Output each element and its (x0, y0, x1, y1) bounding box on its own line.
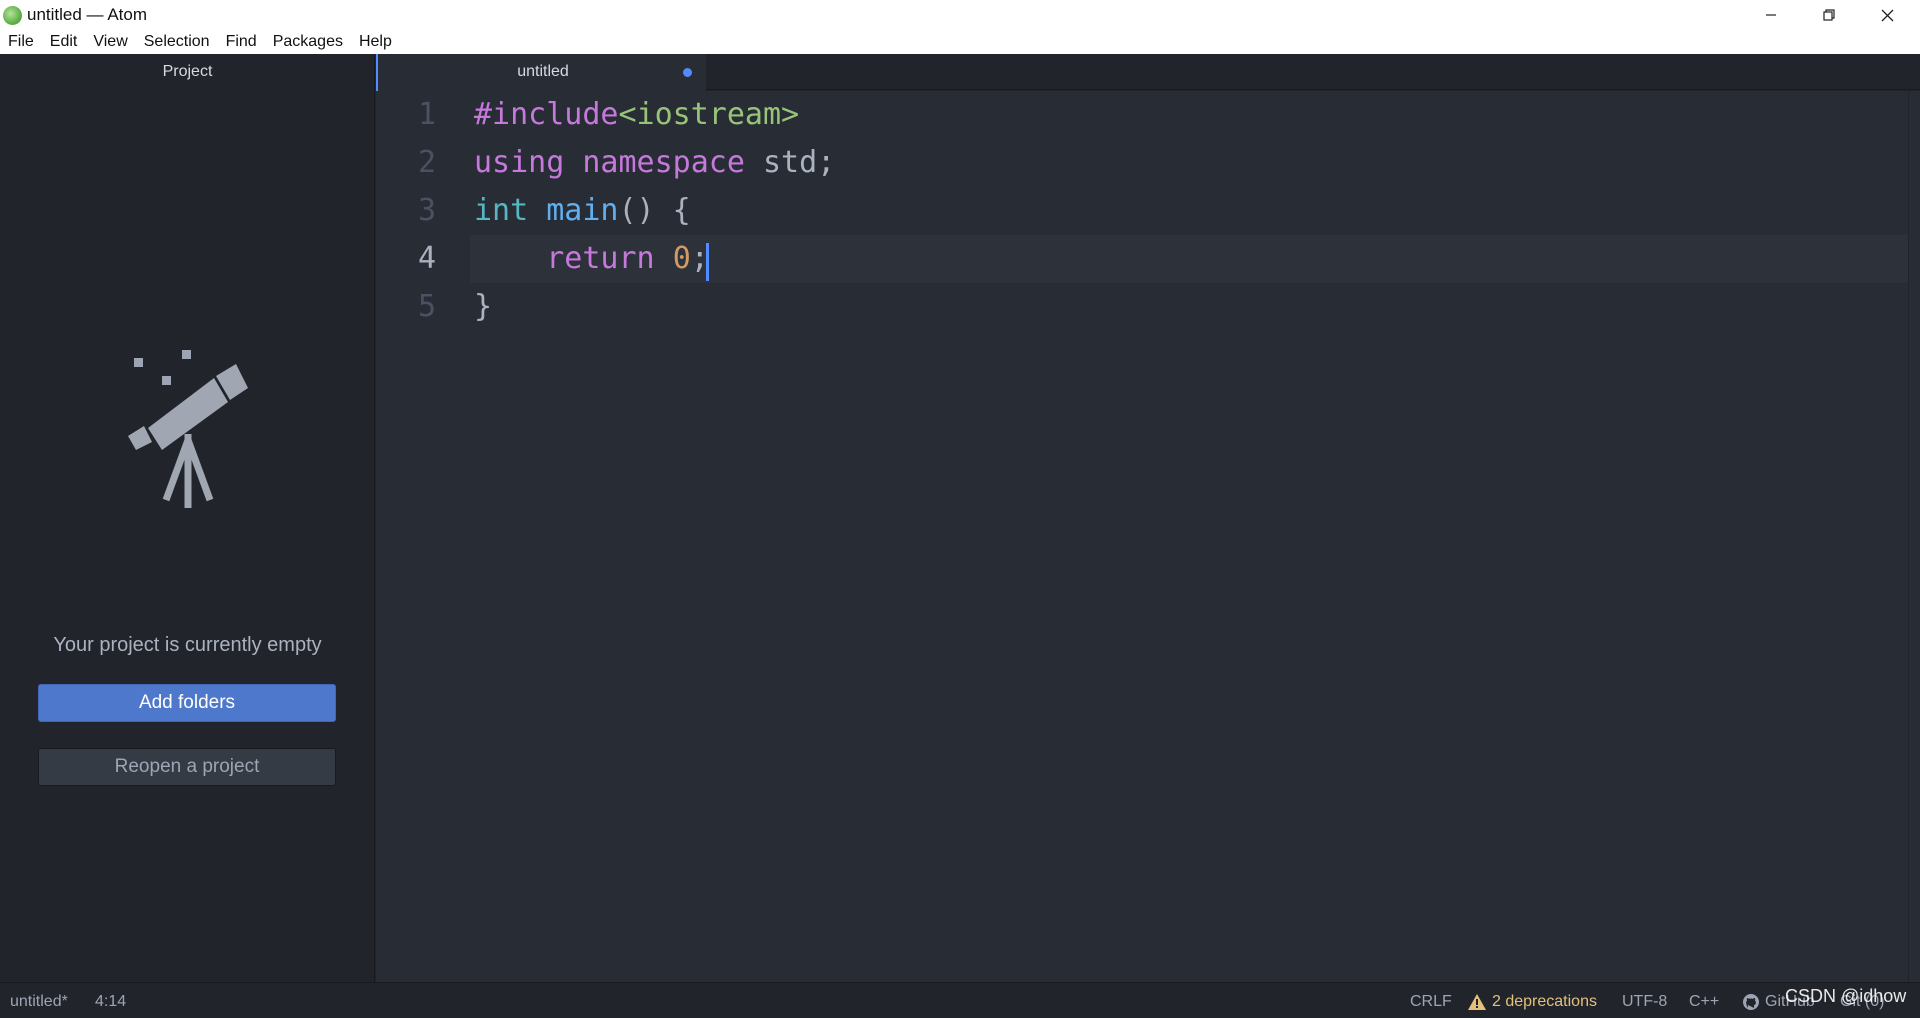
menu-packages[interactable]: Packages (269, 30, 349, 54)
status-grammar[interactable]: C++ (1689, 993, 1719, 1011)
text-cursor (706, 243, 709, 281)
restore-icon (1823, 9, 1835, 21)
project-sidebar: Project Your project is currently empty … (0, 54, 375, 982)
status-cursor-position[interactable]: 4:14 (95, 993, 126, 1011)
code-line[interactable]: #include<iostream> (474, 91, 799, 139)
code-line[interactable]: int main() { (474, 187, 691, 235)
tab-bar: untitled (376, 54, 1920, 91)
code-token: int (474, 193, 529, 228)
status-encoding[interactable]: UTF-8 (1622, 993, 1667, 1011)
watermark: CSDN @idhow (1785, 986, 1907, 1006)
line-number: 3 (417, 193, 436, 228)
code-line[interactable]: using namespace std; (474, 139, 835, 187)
editor-scrollbar[interactable] (1908, 91, 1920, 982)
menu-find[interactable]: Find (222, 30, 263, 54)
menu-edit[interactable]: Edit (46, 30, 84, 54)
code-token: using (474, 145, 565, 180)
atom-logo-icon (3, 6, 22, 25)
line-number: 1 (417, 97, 436, 132)
telescope-icon (128, 350, 248, 508)
code-token: std; (744, 145, 836, 180)
warning-icon (1468, 994, 1486, 1010)
menu-selection[interactable]: Selection (140, 30, 216, 54)
menu-view[interactable]: View (89, 30, 133, 54)
close-icon (1881, 9, 1893, 21)
line-number: 2 (417, 145, 436, 180)
status-file-name[interactable]: untitled* (10, 993, 68, 1011)
code-token: #include (474, 97, 619, 132)
minimize-button[interactable] (1742, 0, 1800, 30)
code-token: 0 (672, 241, 691, 276)
status-deprecations[interactable]: 2 deprecations (1468, 993, 1597, 1011)
menu-bar: File Edit View Selection Find Packages H… (0, 30, 1920, 54)
reopen-project-button[interactable]: Reopen a project (38, 748, 336, 786)
minimize-icon (1766, 14, 1776, 16)
github-icon (1743, 994, 1759, 1010)
code-editor[interactable]: 1 2 3 4 5 #include<iostream> using names… (376, 91, 1920, 982)
line-number: 5 (417, 289, 436, 324)
line-number-active: 4 (417, 241, 436, 276)
deprecations-label: 2 deprecations (1492, 993, 1597, 1010)
menu-file[interactable]: File (4, 30, 40, 54)
code-token: } (474, 289, 493, 324)
add-folders-button[interactable]: Add folders (38, 684, 336, 722)
close-button[interactable] (1858, 0, 1916, 30)
code-token: namespace (582, 145, 745, 180)
menu-help[interactable]: Help (355, 30, 398, 54)
code-line[interactable]: } (474, 283, 492, 331)
title-bar: untitled — Atom (0, 0, 1920, 30)
empty-project-message: Your project is currently empty (53, 634, 322, 656)
code-line[interactable]: return 0; (474, 235, 709, 283)
status-bar: untitled* 4:14 CRLF 2 deprecations UTF-8… (0, 982, 1920, 1018)
code-token: return (546, 241, 655, 276)
code-token: () { (618, 193, 691, 228)
project-tab[interactable]: Project (0, 54, 375, 90)
code-token: main (546, 193, 619, 228)
status-line-ending[interactable]: CRLF (1410, 993, 1452, 1011)
modified-indicator-icon[interactable] (683, 68, 692, 77)
restore-button[interactable] (1800, 0, 1858, 30)
code-token: <iostream> (618, 97, 800, 132)
window-title: untitled — Atom (27, 5, 148, 24)
tab-untitled[interactable]: untitled (376, 54, 706, 91)
tab-title: untitled (517, 63, 569, 80)
